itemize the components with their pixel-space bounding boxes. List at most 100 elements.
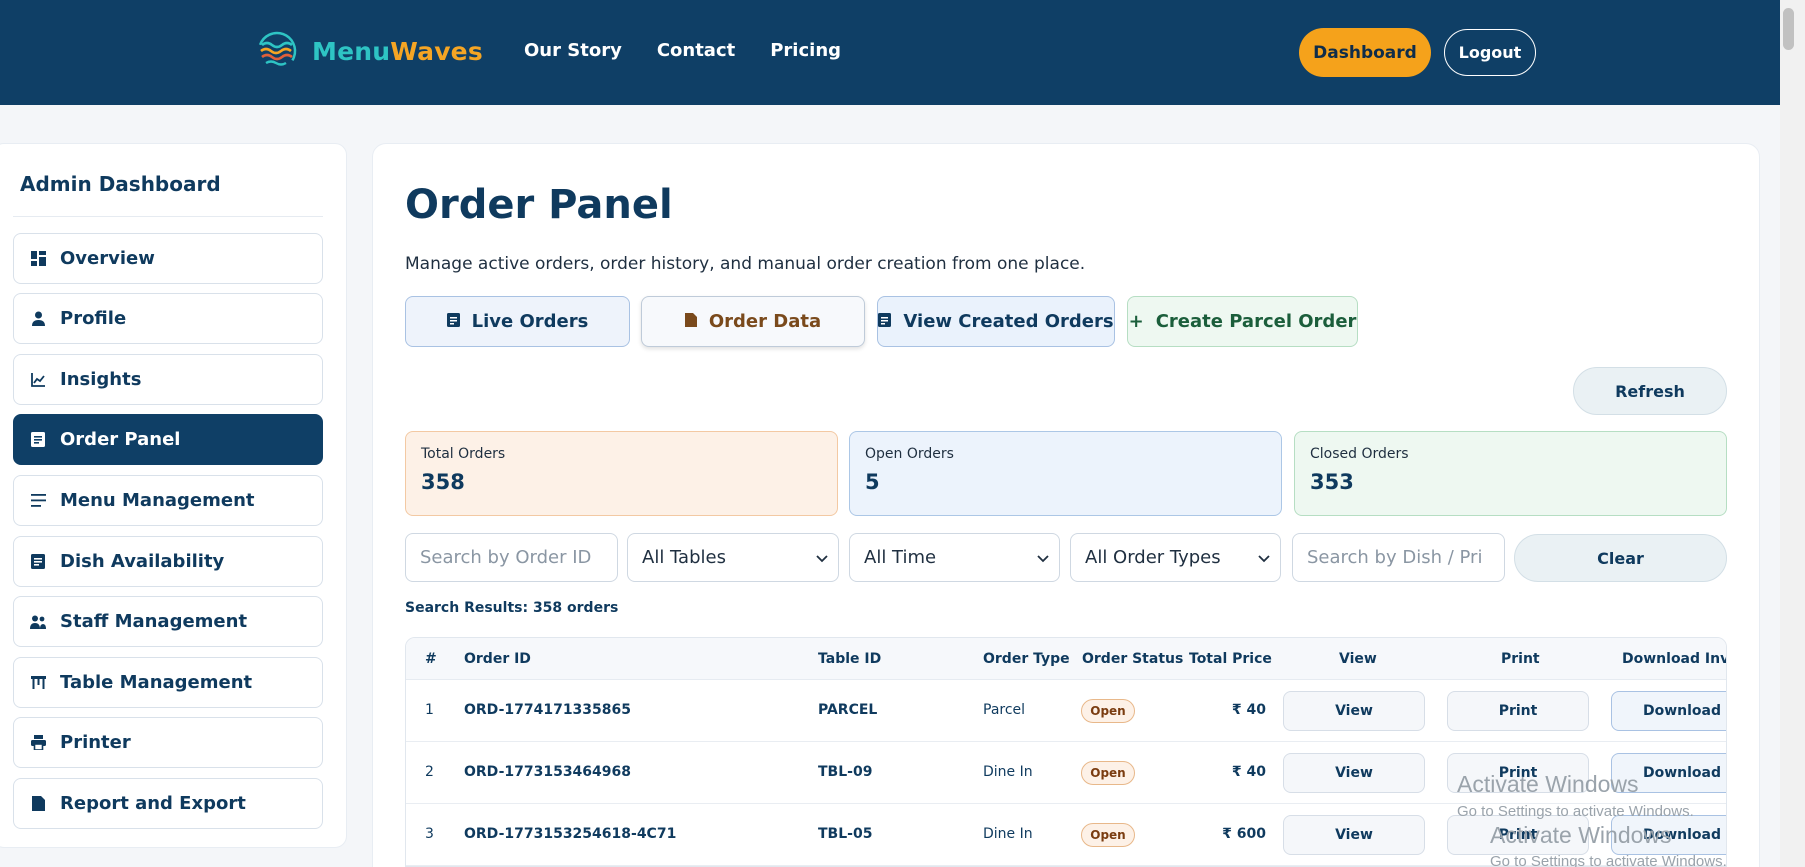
- table-icon: [30, 675, 46, 691]
- tab-label: Create Parcel Order: [1155, 311, 1357, 332]
- brand-name: MenuWaves: [312, 37, 483, 66]
- clear-filters-button[interactable]: Clear: [1514, 534, 1727, 582]
- sidebar-item-label: Menu Management: [60, 490, 255, 511]
- file-icon: [684, 312, 697, 331]
- sidebar-item-dish-availability[interactable]: Dish Availability: [13, 536, 323, 587]
- activation-watermark-text: Go to Settings to activate Windows.: [1457, 803, 1694, 820]
- search-results-count: Search Results: 358 orders: [405, 600, 619, 616]
- page-scrollbar-thumb[interactable]: [1783, 8, 1794, 50]
- sidebar-item-staff-management[interactable]: Staff Management: [13, 596, 323, 647]
- search-dish-price-input[interactable]: Search by Dish / Pri: [1292, 533, 1505, 582]
- stat-value: 358: [421, 470, 465, 494]
- column-header: Order ID: [464, 651, 531, 667]
- column-header: Order Type: [983, 651, 1070, 667]
- printer-icon: [30, 735, 46, 751]
- person-icon: [30, 311, 46, 327]
- chevron-down-icon: [1037, 547, 1049, 568]
- tab-live-orders[interactable]: Live Orders: [405, 296, 630, 347]
- refresh-button[interactable]: Refresh: [1573, 367, 1727, 415]
- search-order-id-input[interactable]: Search by Order ID: [405, 533, 618, 582]
- sidebar-item-menu-management[interactable]: Menu Management: [13, 475, 323, 526]
- status-badge: Open: [1081, 761, 1135, 785]
- nav-our-story[interactable]: Our Story: [524, 40, 622, 61]
- order-type: Parcel: [983, 702, 1026, 718]
- select-value: All Time: [864, 547, 937, 568]
- sidebar-item-overview[interactable]: Overview: [13, 233, 323, 284]
- stat-open-orders: Open Orders 5: [849, 431, 1282, 516]
- activation-watermark-title: Activate Windows: [1490, 822, 1672, 848]
- people-icon: [30, 614, 46, 630]
- stat-closed-orders: Closed Orders 353: [1294, 431, 1727, 516]
- sidebar-item-label: Insights: [60, 369, 142, 390]
- receipt-icon: [30, 432, 46, 448]
- status-badge: Open: [1081, 699, 1135, 723]
- sidebar-item-profile[interactable]: Profile: [13, 293, 323, 344]
- sidebar-item-printer[interactable]: Printer: [13, 717, 323, 768]
- view-order-button[interactable]: View: [1283, 753, 1425, 793]
- tab-order-data[interactable]: Order Data: [641, 296, 865, 347]
- sidebar-item-order-panel[interactable]: Order Panel: [13, 414, 323, 465]
- order-id: ORD-1773153464968: [464, 764, 632, 780]
- tab-label: Live Orders: [471, 311, 589, 332]
- brand-name-part2: Waves: [390, 36, 483, 66]
- order-id: ORD-1774171335865: [464, 702, 632, 718]
- chart-icon: [30, 372, 46, 388]
- stat-value: 5: [865, 470, 880, 494]
- logout-button[interactable]: Logout: [1444, 29, 1536, 76]
- table-filter-select[interactable]: All Tables: [627, 533, 839, 582]
- tab-create-parcel-order[interactable]: + Create Parcel Order: [1127, 296, 1358, 347]
- input-placeholder: Search by Dish / Pri: [1307, 547, 1483, 568]
- table-row: 1 ORD-1774171335865 PARCEL Parcel Open ₹…: [406, 680, 1726, 742]
- stat-total-orders: Total Orders 358: [405, 431, 838, 516]
- row-number: 1: [425, 702, 434, 718]
- receipt-icon: [30, 554, 46, 570]
- select-value: All Order Types: [1085, 547, 1221, 568]
- receipt-icon: [878, 312, 892, 331]
- input-placeholder: Search by Order ID: [420, 547, 592, 568]
- menu-lines-icon: [30, 493, 46, 509]
- stat-label: Open Orders: [865, 446, 954, 462]
- total-price: ₹ 40: [1231, 702, 1266, 718]
- column-header: Total Price: [1189, 651, 1272, 667]
- receipt-icon: [446, 312, 460, 331]
- select-value: All Tables: [642, 547, 726, 568]
- sidebar-divider: [13, 216, 323, 217]
- sidebar-item-label: Printer: [60, 732, 131, 753]
- sidebar-item-insights[interactable]: Insights: [13, 354, 323, 405]
- table-id: TBL-09: [818, 764, 873, 780]
- tab-label: View Created Orders: [903, 311, 1114, 332]
- print-order-button[interactable]: Print: [1447, 691, 1589, 731]
- tab-view-created-orders[interactable]: View Created Orders: [877, 296, 1115, 347]
- sidebar-item-label: Dish Availability: [60, 551, 225, 572]
- nav-contact[interactable]: Contact: [657, 40, 735, 61]
- view-order-button[interactable]: View: [1283, 691, 1425, 731]
- page-scrollbar[interactable]: [1780, 0, 1805, 867]
- dashboard-button[interactable]: Dashboard: [1299, 28, 1431, 77]
- order-type: Dine In: [983, 764, 1033, 780]
- plus-icon: +: [1128, 311, 1144, 332]
- dashboard-icon: [30, 251, 46, 267]
- total-price: ₹ 600: [1222, 826, 1266, 842]
- sidebar-item-label: Staff Management: [60, 611, 248, 632]
- stat-label: Closed Orders: [1310, 446, 1409, 462]
- download-invoice-button[interactable]: Download: [1611, 691, 1726, 731]
- time-filter-select[interactable]: All Time: [849, 533, 1060, 582]
- top-navbar: MenuWaves Our Story Contact Pricing Dash…: [0, 0, 1780, 105]
- brand-logo[interactable]: MenuWaves: [256, 30, 483, 72]
- page-description: Manage active orders, order history, and…: [405, 254, 1086, 274]
- view-order-button[interactable]: View: [1283, 815, 1425, 855]
- sidebar-item-table-management[interactable]: Table Management: [13, 657, 323, 708]
- order-type-filter-select[interactable]: All Order Types: [1070, 533, 1281, 582]
- chevron-down-icon: [1258, 547, 1270, 568]
- brand-name-part1: Menu: [312, 36, 391, 66]
- order-id: ORD-1773153254618-4C71: [464, 826, 677, 842]
- file-icon: [30, 796, 46, 812]
- sidebar-item-label: Order Panel: [60, 429, 181, 450]
- row-number: 2: [425, 764, 434, 780]
- sidebar-item-label: Table Management: [60, 672, 253, 693]
- nav-pricing[interactable]: Pricing: [770, 40, 841, 61]
- page-title: Order Panel: [405, 182, 673, 228]
- sidebar-item-report-export[interactable]: Report and Export: [13, 778, 323, 829]
- activation-watermark-title: Activate Windows: [1457, 771, 1639, 797]
- stat-value: 353: [1310, 470, 1354, 494]
